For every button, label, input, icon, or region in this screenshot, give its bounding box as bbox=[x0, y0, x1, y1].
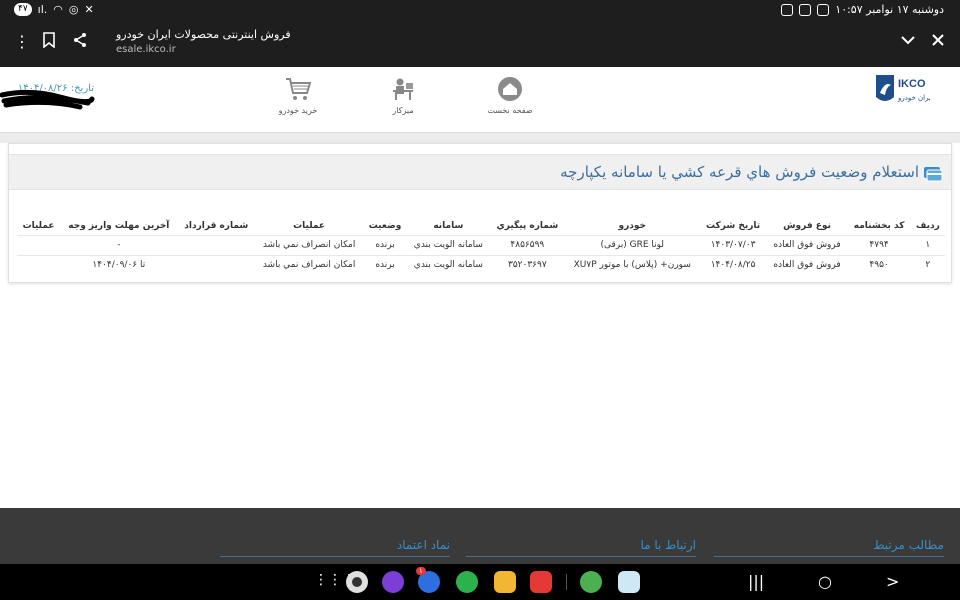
nav-home[interactable]: صفحه نخست bbox=[480, 75, 540, 115]
cell-row-number: ۱ bbox=[910, 234, 945, 255]
page-title: فروش اینترنتی محصولات ایران خودرو bbox=[116, 28, 291, 41]
cell-operations: امكان انصراف نمي باشد bbox=[255, 254, 364, 275]
cell-operations-2[interactable] bbox=[17, 234, 61, 255]
hotspot-icon: ◎ bbox=[68, 3, 79, 16]
site-header: IKCO ایران خودرو صفحه نخست ميزكار خريد خ… bbox=[0, 67, 960, 133]
cell-car: لونا GRE (برقی) bbox=[564, 234, 700, 255]
cell-system: سامانه الويت بندي bbox=[406, 234, 490, 255]
camera-app-icon[interactable] bbox=[346, 571, 368, 593]
cell-row-number: ۲ bbox=[910, 254, 945, 275]
nav-desk[interactable]: ميزكار bbox=[373, 75, 433, 115]
col-registration-date: تاريخ شركت bbox=[705, 220, 761, 231]
content-divider bbox=[0, 133, 960, 143]
cell-contract-number bbox=[177, 234, 255, 255]
back-button[interactable]: > bbox=[886, 572, 899, 591]
recents-button[interactable]: ||| bbox=[748, 572, 764, 591]
cell-status: برنده bbox=[363, 234, 407, 255]
footer-link-related[interactable]: مطالب مرتبط bbox=[714, 538, 944, 557]
cell-system: سامانه الويت بندي bbox=[406, 254, 490, 275]
notification-badge: ۱ bbox=[416, 567, 426, 575]
cell-payment-deadline: - bbox=[60, 234, 178, 255]
cell-operations-2[interactable] bbox=[17, 254, 61, 275]
footer-link-trust-seal[interactable]: نماد اعتماد bbox=[220, 538, 450, 557]
col-operations-2: عمليات bbox=[22, 220, 55, 231]
signal-icon: ıl. bbox=[37, 3, 48, 16]
battery-indicator: ۴۷ bbox=[14, 3, 32, 16]
messages-app-icon[interactable]: ۱ bbox=[416, 567, 440, 593]
home-button[interactable]: ○ bbox=[818, 572, 832, 591]
cell-circular-code: ۴۷۹۴ bbox=[847, 234, 911, 255]
cell-car: سورن+ (پلاس) با موتور XU۷P bbox=[564, 254, 700, 275]
cell-registration-date: ۱۴۰۳/۰۷/۰۳ bbox=[699, 234, 767, 255]
cart-icon bbox=[268, 75, 328, 103]
phone-app-icon[interactable] bbox=[456, 571, 478, 593]
cell-sale-type: فروش فوق العاده bbox=[766, 254, 848, 275]
cell-sale-type: فروش فوق العاده bbox=[766, 234, 848, 255]
nav-desk-label: ميزكار bbox=[392, 106, 414, 115]
more-vert-icon[interactable]: ⋮ bbox=[14, 32, 30, 51]
cell-status: برنده bbox=[363, 254, 407, 275]
games-app-icon[interactable] bbox=[580, 571, 602, 593]
navbar-divider bbox=[566, 574, 567, 590]
chevron-down-icon[interactable] bbox=[900, 32, 916, 52]
browser-app-icon[interactable] bbox=[382, 571, 404, 593]
cell-operations: امكان انصراف نمي باشد bbox=[255, 234, 364, 255]
card-icon bbox=[923, 164, 943, 186]
logo-text: IKCO bbox=[898, 78, 926, 90]
table-row: ۱ ۴۷۹۴ فروش فوق العاده ۱۴۰۳/۰۷/۰۳ لونا G… bbox=[17, 234, 945, 255]
share-icon[interactable] bbox=[72, 32, 88, 52]
col-row-number: رديف bbox=[915, 220, 940, 231]
cell-contract-number bbox=[177, 254, 255, 275]
cell-registration-date: ۱۴۰۴/۰۸/۲۵ bbox=[699, 254, 767, 275]
nav-buy-car-label: خريد خودرو bbox=[278, 106, 318, 115]
instagram-icon bbox=[781, 3, 794, 16]
cell-tracking-number: ۴۸۵۶۵۹۹ bbox=[489, 234, 565, 255]
flipboard-app-icon[interactable] bbox=[530, 571, 552, 593]
table-header-row: رديف كد بخشنامه نوع فروش تاريخ شركت خودر… bbox=[17, 217, 945, 235]
status-bar: دوشنبه ۱۷ نوامبر ۱۰:۵۷ ۴۷ ıl. ◠ ◎ ✕ bbox=[0, 0, 960, 20]
col-system: سامانه bbox=[433, 220, 464, 231]
table-row: ۲ ۴۹۵۰ فروش فوق العاده ۱۴۰۴/۰۸/۲۵ سورن+ … bbox=[17, 254, 945, 275]
files-app-icon[interactable] bbox=[494, 571, 516, 593]
app-icon[interactable] bbox=[618, 571, 640, 593]
col-operations: عمليات bbox=[293, 220, 326, 231]
mute-icon: ✕ bbox=[84, 3, 94, 16]
col-contract-number: شماره قرارداد bbox=[184, 220, 249, 231]
cell-circular-code: ۴۹۵۰ bbox=[847, 254, 911, 275]
status-datetime: دوشنبه ۱۷ نوامبر ۱۰:۵۷ bbox=[835, 3, 944, 16]
page-url[interactable]: esale.ikco.ir bbox=[116, 44, 176, 55]
system-navbar: ⋮⋮⋮ ۱ ||| ○ > bbox=[0, 564, 960, 600]
screenshot-icon bbox=[817, 3, 830, 16]
home-icon bbox=[480, 75, 540, 103]
close-icon[interactable] bbox=[930, 32, 946, 52]
col-circular-code: كد بخشنامه bbox=[853, 220, 905, 231]
cell-tracking-number: ۳۵۲۰۳۶۹۷ bbox=[489, 254, 565, 275]
results-table: رديف كد بخشنامه نوع فروش تاريخ شركت خودر… bbox=[17, 217, 945, 275]
col-payment-deadline: آخرين مهلت واريز وجه bbox=[68, 220, 170, 231]
footer-link-contact[interactable]: ارتباط با ما bbox=[466, 538, 696, 557]
inquiry-panel: استعلام وضعيت فروش هاي قرعه كشي يا سامان… bbox=[8, 143, 952, 283]
ikco-logo[interactable]: IKCO ایران خودرو bbox=[874, 73, 933, 107]
col-status: وضعيت bbox=[368, 220, 402, 231]
bookmark-icon[interactable] bbox=[42, 32, 56, 52]
wifi-icon: ◠ bbox=[53, 3, 63, 16]
col-car: خودرو bbox=[618, 220, 646, 231]
col-tracking-number: شماره پيگيري bbox=[496, 220, 559, 231]
instagram-icon bbox=[799, 3, 812, 16]
col-sale-type: نوع فروش bbox=[783, 220, 831, 231]
site-footer: مطالب مرتبط ارتباط با ما نماد اعتماد bbox=[0, 508, 960, 564]
cell-payment-deadline: تا ۱۴۰۴/۰۹/۰۶ bbox=[60, 254, 178, 275]
logo-subtext: ایران خودرو bbox=[897, 94, 930, 102]
desk-icon bbox=[373, 75, 433, 103]
nav-home-label: صفحه نخست bbox=[487, 106, 533, 115]
redaction-scribble bbox=[0, 89, 95, 110]
panel-header: استعلام وضعيت فروش هاي قرعه كشي يا سامان… bbox=[9, 154, 951, 190]
panel-title: استعلام وضعيت فروش هاي قرعه كشي يا سامان… bbox=[560, 163, 919, 181]
nav-buy-car[interactable]: خريد خودرو bbox=[268, 75, 328, 115]
browser-toolbar: ⋮ فروش اینترنتی محصولات ایران خودرو esal… bbox=[0, 20, 960, 67]
